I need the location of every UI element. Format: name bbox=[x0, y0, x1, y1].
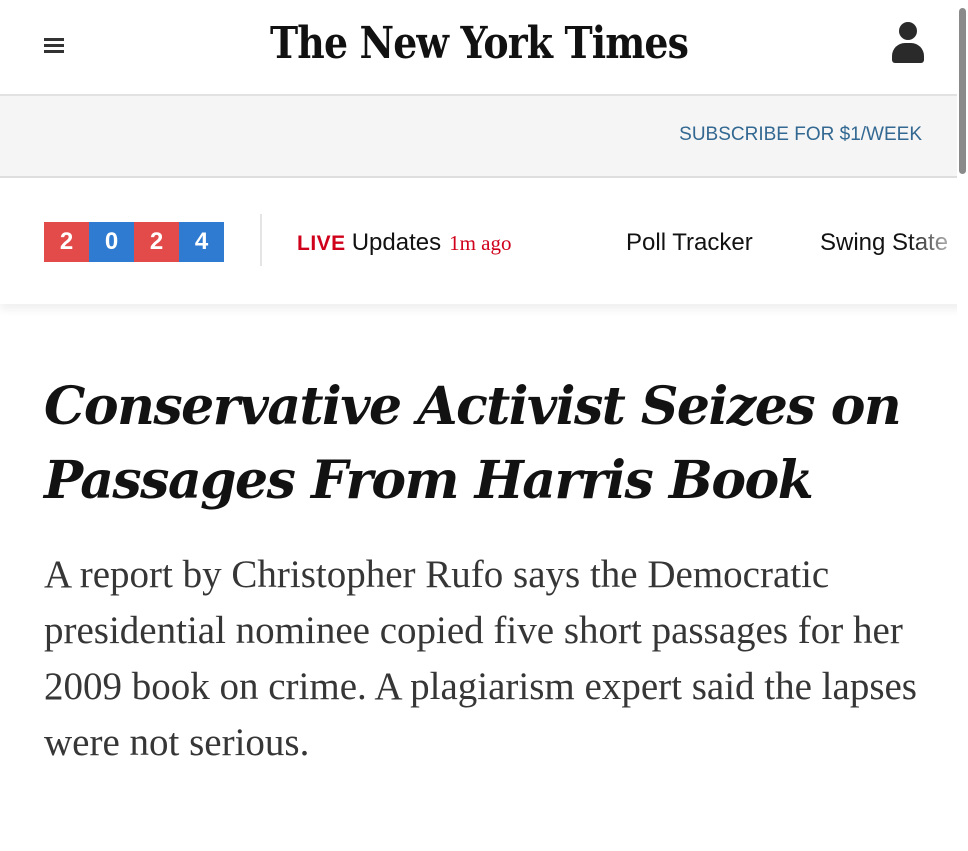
election-2024-badge[interactable]: 2 0 2 4 bbox=[44, 222, 224, 262]
article-headline[interactable]: Conservative Activist Seizes on Passages… bbox=[44, 370, 944, 518]
scrollbar[interactable] bbox=[957, 0, 968, 851]
scrollbar-thumb[interactable] bbox=[959, 8, 966, 174]
subscribe-bar: SUBSCRIBE FOR $1/WEEK bbox=[0, 96, 968, 178]
live-updates-text: Updates bbox=[351, 229, 442, 256]
poll-tracker-link[interactable]: Poll Tracker bbox=[626, 228, 753, 258]
user-account-icon[interactable] bbox=[890, 22, 926, 68]
masthead: The New York Times bbox=[0, 0, 968, 96]
swing-states-link[interactable]: Swing State bbox=[820, 228, 968, 258]
year-digit: 4 bbox=[179, 222, 224, 262]
live-updates-link[interactable]: LIVE Updates 1m ago bbox=[297, 228, 511, 259]
nav-divider bbox=[260, 214, 262, 266]
hamburger-menu-icon[interactable] bbox=[40, 30, 70, 60]
live-label: LIVE bbox=[297, 232, 346, 255]
year-digit: 0 bbox=[89, 222, 134, 262]
election-nav: 2 0 2 4 LIVE Updates 1m ago Poll Tracker S… bbox=[0, 178, 968, 304]
live-timestamp: 1m ago bbox=[449, 231, 512, 255]
page: The New York Times SUBSCRIBE FOR $1/WEEK… bbox=[0, 0, 968, 851]
nyt-logo[interactable]: The New York Times bbox=[270, 14, 689, 74]
year-digit: 2 bbox=[44, 222, 89, 262]
subscribe-link[interactable]: SUBSCRIBE FOR $1/WEEK bbox=[679, 124, 922, 146]
year-digit: 2 bbox=[134, 222, 179, 262]
article-summary: A report by Christopher Rufo says the De… bbox=[44, 553, 917, 764]
